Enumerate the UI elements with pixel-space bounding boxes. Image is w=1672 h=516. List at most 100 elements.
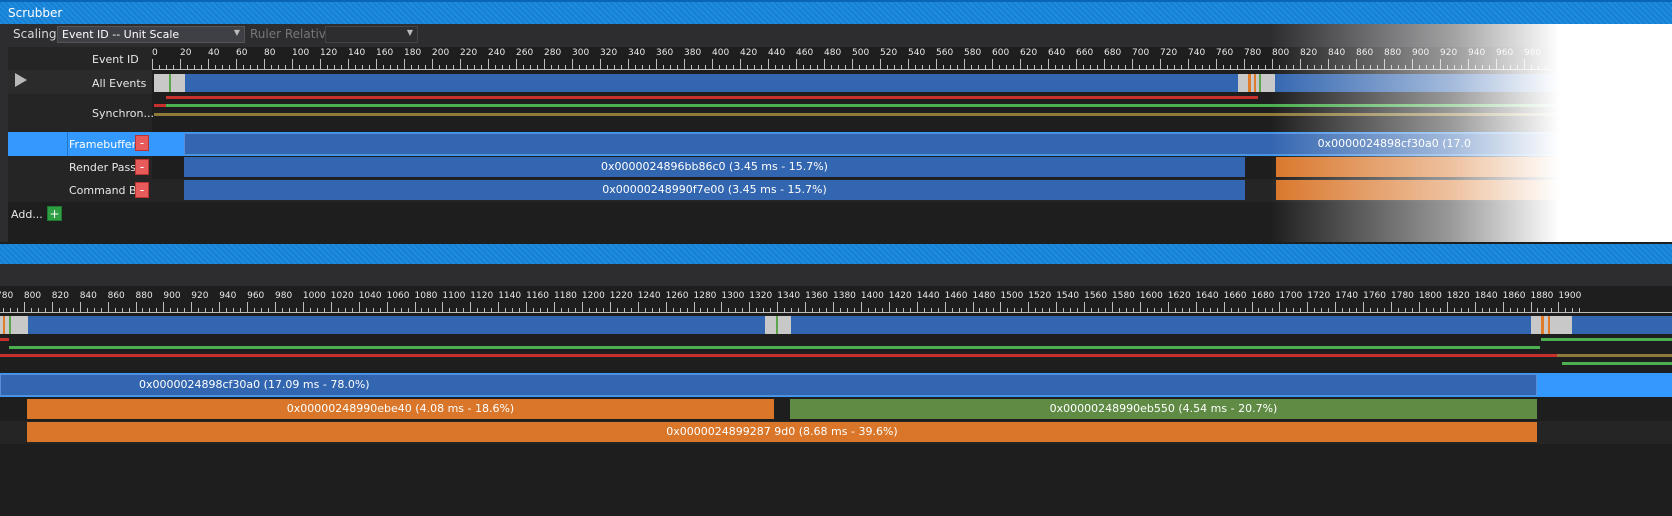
all-events-track-bottom[interactable] [0,316,1672,334]
ruler-tick-label: 100 [292,48,310,58]
ruler-tick-label: 1000 [302,291,326,301]
framebuffer-bar-bottom[interactable]: 0x0000024898cf30a0 (17.09 ms - 78.0%) [0,374,1537,396]
ruler-tick-label: 700 [1132,48,1150,58]
ruler-major-tick [1139,302,1141,312]
ruler-tick-label: 980 [275,291,293,301]
ruler-major-tick [572,59,573,69]
ruler-tick-label: 120 [320,48,338,58]
ruler-major-tick [1530,302,1532,312]
add-row-button[interactable]: + [47,206,62,221]
ruler-major-tick [219,302,221,312]
ruler-tick-label: 1420 [888,291,912,301]
ruler-tick-label: 1880 [1530,291,1554,301]
ruler-tick-label: 1440 [916,291,940,301]
ruler-major-tick [1020,59,1021,69]
ruler-tick-label: 820 [51,291,69,301]
sync-line-red-bottom-long [0,354,1557,357]
ruler-major-tick [51,302,53,312]
ruler-major-tick [330,302,332,312]
ruler-tick-label: 1600 [1139,291,1163,301]
ruler-major-tick [1328,59,1329,69]
ruler-major-tick [236,59,237,69]
command-buffer-bar[interactable]: 0x00000248990f7e00 (3.45 ms - 15.7%) [184,180,1245,200]
ruler-major-tick [1384,59,1385,69]
render-pass-bar-bottom-2-label: 0x00000248990eb550 (4.54 ms - 20.7%) [1049,402,1278,415]
command-buffer-bar-label: 0x00000248990f7e00 (3.45 ms - 15.7%) [602,183,827,196]
remove-render-pass-button[interactable]: - [135,159,149,175]
ruler-major-tick [1307,302,1309,312]
ruler-major-tick [470,302,472,312]
ruler-tick-label: 800 [1272,48,1290,58]
ruler-major-tick [833,302,834,312]
ruler-major-tick [302,302,304,312]
ruler-bottom[interactable]: 780 800 820 840 860 880 900 920 940 960 980 1000 102… [0,286,1672,313]
ruler-major-tick [740,59,741,69]
command-buffer-bar-bottom[interactable]: 0x0000024899287 9d0 (8.68 ms - 39.6%) [27,422,1537,442]
ruler-major-tick [1440,59,1441,69]
ruler-major-tick [107,302,109,312]
command-buffer-bar-2[interactable] [1276,180,1672,200]
ruler-major-tick [414,302,416,312]
event-marker [1548,316,1550,334]
remove-framebuffer-button[interactable]: - [135,135,149,151]
framebuffer-bar-label: 0x0000024898cf30a0 (17.0 [1317,137,1471,150]
scrubber-title-bar: Scrubber [0,0,1672,24]
sync-line-green-2 [1258,104,1672,107]
event-marker [9,316,11,334]
ruler-tick-label: 1460 [944,291,968,301]
ruler-tick-label: 480 [824,48,842,58]
ruler-tick-label: 1900 [1558,291,1582,301]
ruler-tick-label: 880 [135,291,153,301]
ruler-tick-label: 940 [1468,48,1486,58]
all-events-marker-mid [1238,74,1275,92]
ruler-major-tick [320,59,321,69]
render-pass-bar[interactable]: 0x0000024896bb86c0 (3.45 ms - 15.7%) [184,157,1245,177]
ruler-tick-label: 920 [191,291,209,301]
ruler-major-tick [600,59,601,69]
ruler-baseline [0,312,1672,313]
render-pass-bar-label: 0x0000024896bb86c0 (3.45 ms - 15.7%) [601,160,828,173]
ruler-relative-select[interactable]: ▼ [325,26,418,43]
ruler-major-tick [1363,302,1365,312]
render-pass-bar-bottom-1[interactable]: 0x00000248990ebe40 (4.08 ms - 18.6%) [27,399,774,419]
ruler-tick-label: 1020 [330,291,354,301]
play-icon[interactable] [15,73,27,87]
all-events-track[interactable] [154,74,1672,92]
ruler-tick-label: 80 [264,48,276,58]
ruler-tick-label: 640 [1048,48,1066,58]
render-pass-bar-bottom-1-label: 0x00000248990ebe40 (4.08 ms - 18.6%) [286,402,515,415]
ruler-major-tick [1188,59,1189,69]
ruler-tick-label: 420 [740,48,758,58]
ruler-major-tick [1084,302,1086,312]
scaling-label: Scaling: [13,27,61,41]
ruler-major-tick [1356,59,1357,69]
scaling-select[interactable]: Event ID -- Unit Scale ▼ [57,26,245,43]
ruler-major-tick [1391,302,1392,312]
render-pass-bar-2[interactable] [1276,157,1672,177]
ruler-major-tick [656,59,657,69]
ruler-tick-label: 1640 [1195,291,1219,301]
ruler-tick-label: 1200 [581,291,605,301]
ruler-tick-label: 1500 [1000,291,1024,301]
sync-line-green-bottom [9,346,1540,349]
ruler-top[interactable]: 0 20 40 60 80 100 120 140 160 180 200 220 240 260 280 3… [152,47,1672,70]
sync-line-red-bottom [0,338,9,341]
render-pass-bar-bottom-2[interactable]: 0x00000248990eb550 (4.54 ms - 20.7%) [790,399,1537,419]
ruler-tick-label: 340 [628,48,646,58]
ruler-tick-label: 1120 [470,291,494,301]
ruler-major-tick [1335,302,1337,312]
ruler-major-tick [1496,59,1497,69]
ruler-tick-label: 1380 [833,291,856,301]
ruler-major-tick [163,302,165,312]
ruler-major-tick [208,59,209,69]
framebuffer-bar[interactable]: 0x0000024898cf30a0 (17.0 [184,133,1672,155]
ruler-major-tick [712,59,713,69]
ruler-tick-label: 1820 [1446,291,1470,301]
remove-command-buffer-button[interactable]: - [135,182,149,198]
ruler-tick-label: 780 [0,291,14,301]
ruler-major-tick [824,59,825,69]
ruler-major-tick [1056,302,1058,312]
ruler-major-tick [1412,59,1413,69]
ruler-tick-label: 1060 [386,291,410,301]
ruler-major-tick [1251,302,1253,312]
